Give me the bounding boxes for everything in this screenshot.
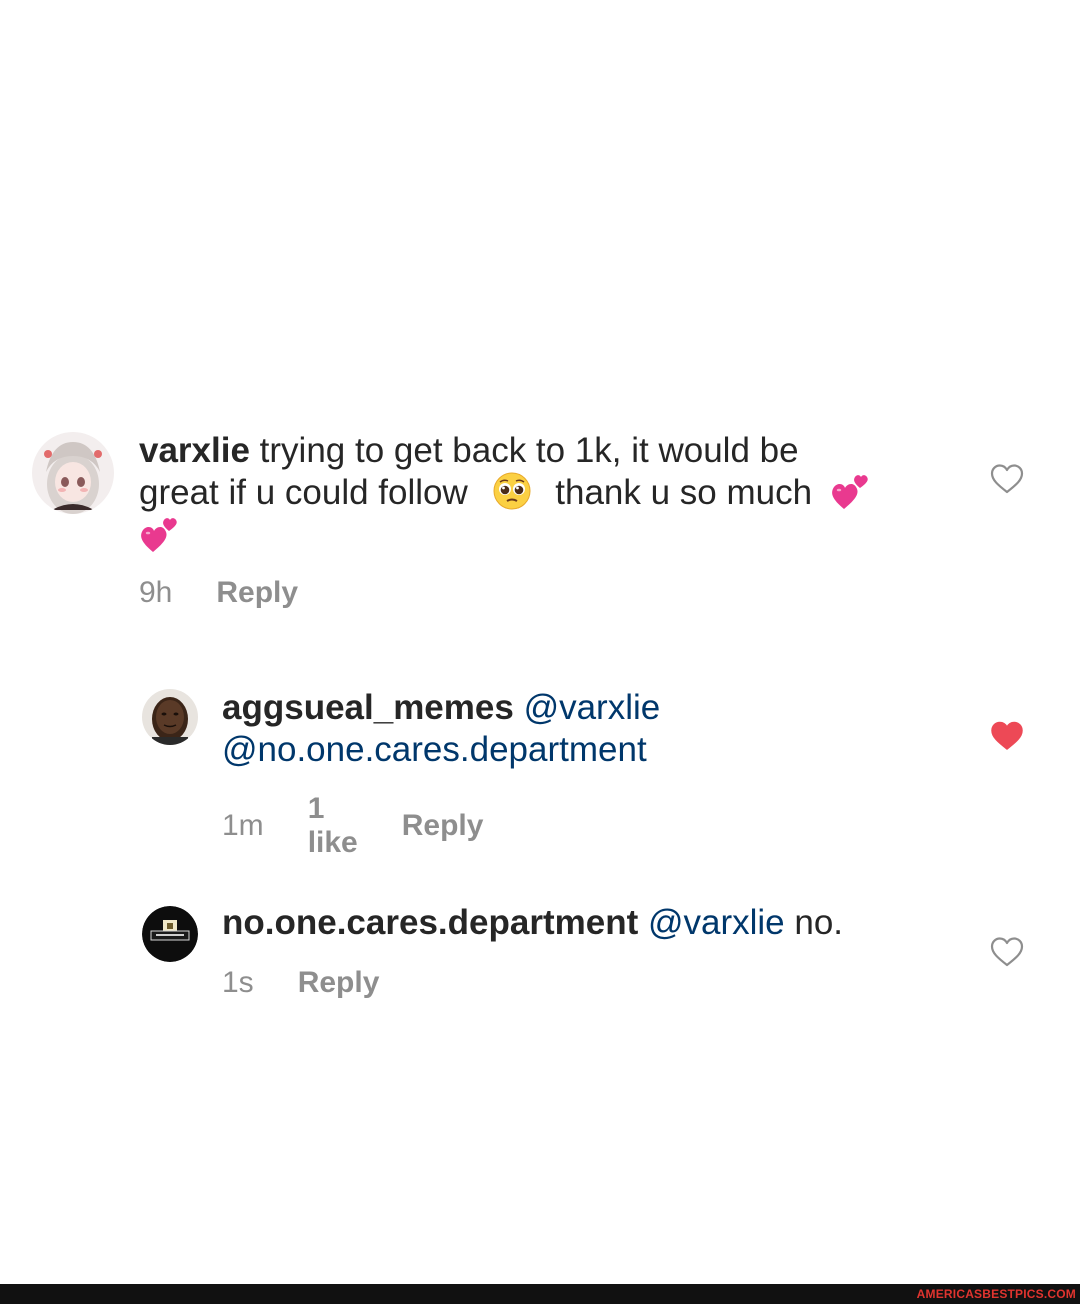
comment-meta: 1m 1 like Reply xyxy=(222,792,483,860)
comment-time: 1s xyxy=(222,966,254,999)
comment-body-line1: trying to get back to 1k, it would be xyxy=(259,431,799,470)
comment-text: no.one.cares.department @varxlie no. xyxy=(222,902,982,944)
heart-filled-icon[interactable] xyxy=(990,720,1024,752)
pleading-face-icon xyxy=(492,471,532,511)
reply-button[interactable]: Reply xyxy=(402,809,484,843)
mention-link[interactable]: @varxlie xyxy=(648,903,785,942)
comment-text: varxlie trying to get back to 1k, it wou… xyxy=(139,430,939,558)
heart-outline-icon[interactable] xyxy=(990,936,1024,968)
watermark-text: AMERICASBESTPICS.COM xyxy=(916,1287,1076,1301)
two-hearts-icon xyxy=(139,514,179,554)
mention-link[interactable]: @no.one.cares.department xyxy=(222,730,647,769)
footer-bar: AMERICASBESTPICS.COM xyxy=(0,1284,1080,1304)
two-hearts-icon xyxy=(830,471,870,511)
comment-username[interactable]: no.one.cares.department xyxy=(222,903,638,942)
heart-outline-icon[interactable] xyxy=(990,463,1024,495)
comment-meta: 9h Reply xyxy=(139,576,298,610)
comment-body-line2: great if u could follow xyxy=(139,473,468,512)
comment-username[interactable]: aggsueal_memes xyxy=(222,688,514,727)
mention-link[interactable]: @varxlie xyxy=(524,688,661,727)
reply-button[interactable]: Reply xyxy=(216,576,298,610)
avatar-aggsueal-memes[interactable] xyxy=(142,689,198,745)
avatar-varxlie[interactable] xyxy=(32,432,114,514)
comment-meta: 1s Reply xyxy=(222,966,379,1000)
comment-text: aggsueal_memes @varxlie @no.one.cares.de… xyxy=(222,687,962,771)
comment-body-line2b: thank u so much xyxy=(555,473,813,512)
avatar-no-one-cares-department[interactable] xyxy=(142,906,198,962)
like-count[interactable]: 1 like xyxy=(308,792,358,860)
comment-time: 1m xyxy=(222,809,264,842)
comment-time: 9h xyxy=(139,576,173,609)
comment-body: no. xyxy=(794,903,844,942)
comment-username[interactable]: varxlie xyxy=(139,431,250,470)
reply-button[interactable]: Reply xyxy=(298,966,380,1000)
